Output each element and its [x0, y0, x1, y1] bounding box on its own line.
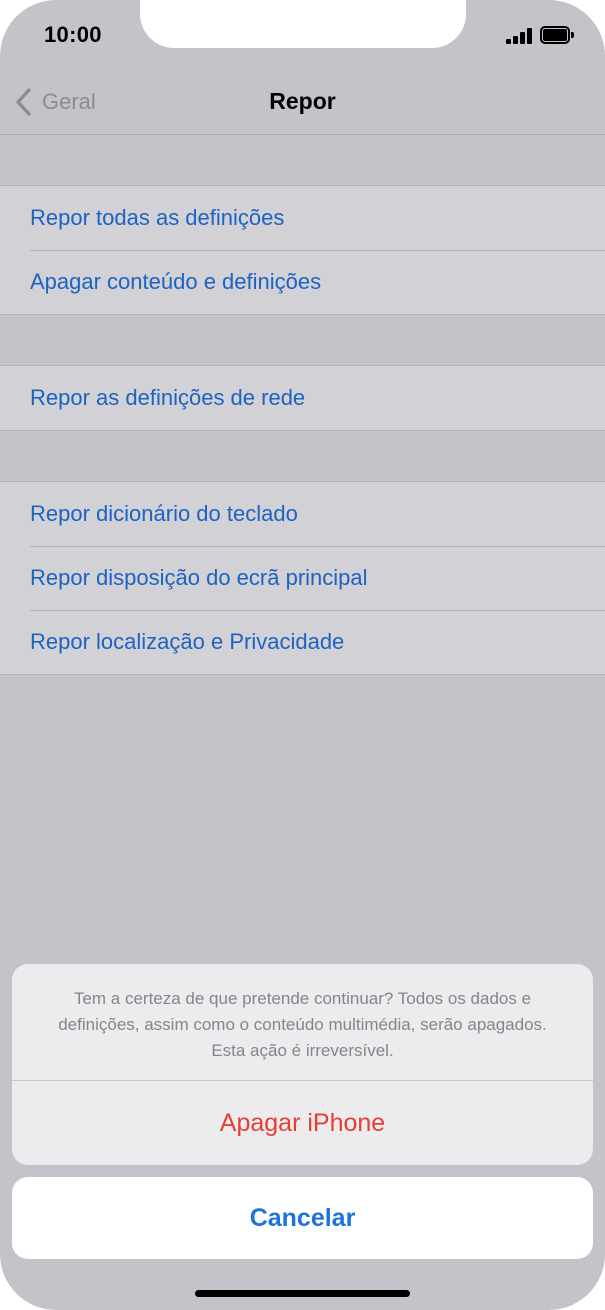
reset-location-privacy-item[interactable]: Repor localização e Privacidade	[0, 610, 605, 674]
reset-group-2: Repor as definições de rede	[0, 365, 605, 431]
reset-network-settings-item[interactable]: Repor as definições de rede	[0, 366, 605, 430]
erase-iphone-button[interactable]: Apagar iPhone	[12, 1081, 593, 1165]
action-sheet-message: Tem a certeza de que pretende continuar?…	[12, 964, 593, 1081]
reset-group-3: Repor dicionário do teclado Repor dispos…	[0, 481, 605, 675]
phone-screen: 10:00 Geral Repor Repor todas as definiç…	[0, 0, 605, 1310]
reset-home-screen-layout-item[interactable]: Repor disposição do ecrã principal	[0, 546, 605, 610]
page-title: Repor	[269, 88, 336, 114]
navigation-bar: Geral Repor	[0, 64, 605, 135]
signal-icon	[506, 28, 536, 44]
home-indicator[interactable]	[195, 1290, 410, 1297]
battery-icon	[540, 26, 576, 46]
reset-keyboard-dictionary-item[interactable]: Repor dicionário do teclado	[0, 482, 605, 546]
status-time: 10:00	[44, 22, 102, 47]
erase-content-settings-item[interactable]: Apagar conteúdo e definições	[0, 250, 605, 314]
cancel-button[interactable]: Cancelar	[12, 1177, 593, 1259]
reset-all-settings-item[interactable]: Repor todas as definições	[0, 186, 605, 250]
device-notch	[140, 0, 466, 48]
reset-group-1: Repor todas as definições Apagar conteúd…	[0, 185, 605, 315]
action-sheet: Tem a certeza de que pretende continuar?…	[12, 964, 593, 1165]
